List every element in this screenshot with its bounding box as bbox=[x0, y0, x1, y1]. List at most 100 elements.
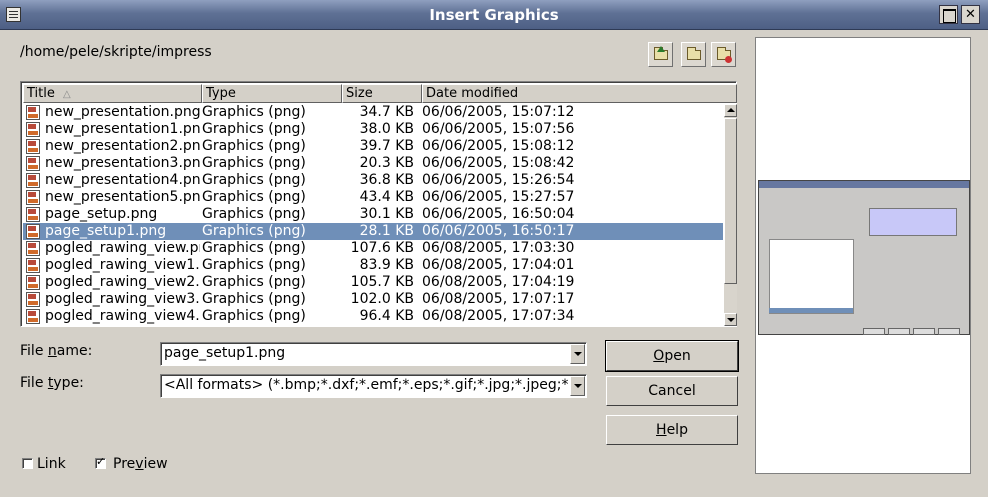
column-header-date[interactable]: Date modified bbox=[422, 84, 737, 103]
file-date: 06/08/2005, 17:07:34 bbox=[422, 308, 575, 324]
file-type: Graphics (png) bbox=[202, 121, 306, 137]
maximize-button[interactable] bbox=[939, 5, 958, 24]
file-size: 28.1 KB bbox=[359, 223, 414, 239]
thumbnail-titlebar bbox=[759, 181, 969, 188]
file-name-combo[interactable]: page_setup1.png bbox=[160, 342, 587, 366]
thumbnail-buttons bbox=[863, 323, 965, 335]
file-title: pogled_rawing_view.png bbox=[45, 240, 200, 256]
file-type-combo[interactable]: <All formats> (*.bmp;*.dxf;*.emf;*.eps;*… bbox=[160, 374, 587, 398]
table-row[interactable]: pogled_rawing_view3.pngGraphics (png) 102… bbox=[23, 291, 723, 308]
close-button[interactable]: ✕ bbox=[961, 5, 980, 24]
file-type: Graphics (png) bbox=[202, 172, 306, 188]
file-title: new_presentation3.png bbox=[45, 155, 200, 171]
file-type-value[interactable]: <All formats> (*.bmp;*.dxf;*.emf;*.eps;*… bbox=[164, 375, 569, 396]
table-row[interactable]: new_presentation4.png Graphics (png) 36.8 … bbox=[23, 172, 723, 189]
file-title: new_presentation5.png bbox=[45, 189, 200, 205]
window-title: Insert Graphics bbox=[429, 6, 559, 24]
folder-up-button[interactable] bbox=[648, 42, 673, 67]
file-type: Graphics (png) bbox=[202, 138, 306, 154]
table-row[interactable]: new_presentation3.png Graphics (png) 20.3 … bbox=[23, 155, 723, 172]
file-size: 43.4 KB bbox=[359, 189, 414, 205]
file-type: Graphics (png) bbox=[202, 223, 306, 239]
file-type: Graphics (png) bbox=[202, 274, 306, 290]
file-size: 83.9 KB bbox=[359, 257, 414, 273]
open-button[interactable]: Open bbox=[605, 340, 739, 372]
new-folder-icon bbox=[687, 47, 701, 60]
file-type-label: File type: bbox=[20, 375, 84, 391]
link-checkbox[interactable] bbox=[22, 458, 33, 469]
file-size: 36.8 KB bbox=[359, 172, 414, 188]
file-date: 06/06/2005, 16:50:04 bbox=[422, 206, 575, 222]
file-list-header: Title △ Type Size Date modified bbox=[23, 84, 737, 103]
file-list[interactable]: Title △ Type Size Date modified new_pres… bbox=[20, 81, 737, 327]
file-date: 06/06/2005, 15:08:12 bbox=[422, 138, 575, 154]
scroll-up-icon[interactable] bbox=[724, 104, 737, 117]
table-row[interactable]: new_presentation.png Graphics (png) 34.7 K… bbox=[23, 104, 723, 121]
scroll-thumb[interactable] bbox=[724, 118, 737, 284]
file-type: Graphics (png) bbox=[202, 240, 306, 256]
current-path: /home/pele/skripte/impress bbox=[20, 44, 212, 60]
file-size: 20.3 KB bbox=[359, 155, 414, 171]
vertical-scrollbar[interactable] bbox=[724, 104, 737, 326]
file-date: 06/08/2005, 17:04:01 bbox=[422, 257, 575, 273]
file-title: new_presentation2.png bbox=[45, 138, 200, 154]
file-title: new_presentation4.png bbox=[45, 172, 200, 188]
table-row[interactable]: page_setup1.png Graphics (png) 28.1 KB 06/0… bbox=[23, 223, 723, 240]
column-header-size[interactable]: Size bbox=[342, 84, 422, 103]
table-row[interactable]: pogled_rawing_view.png Graphics (png) 107.… bbox=[23, 240, 723, 257]
preview-thumbnail bbox=[758, 180, 970, 335]
file-size: 34.7 KB bbox=[359, 104, 414, 120]
file-type: Graphics (png) bbox=[202, 308, 306, 324]
file-type: Graphics (png) bbox=[202, 104, 306, 120]
help-button[interactable]: Help bbox=[606, 415, 738, 445]
file-type: Graphics (png) bbox=[202, 257, 306, 273]
file-size: 107.6 KB bbox=[350, 240, 414, 256]
file-name-label: File name: bbox=[20, 343, 93, 359]
thumbnail-selected-row bbox=[769, 308, 853, 313]
thumbnail-list bbox=[769, 239, 854, 314]
file-title: pogled_rawing_view4.png bbox=[45, 308, 200, 324]
title-bar[interactable]: Insert Graphics ✕ bbox=[0, 0, 988, 30]
file-date: 06/06/2005, 16:50:17 bbox=[422, 223, 575, 239]
file-title: new_presentation1.png bbox=[45, 121, 200, 137]
table-row[interactable]: new_presentation5.png Graphics (png) 43.4 … bbox=[23, 189, 723, 206]
file-type: Graphics (png) bbox=[202, 206, 306, 222]
column-header-type[interactable]: Type bbox=[202, 84, 342, 103]
file-type-dropdown-icon[interactable] bbox=[570, 376, 585, 396]
file-size: 105.7 KB bbox=[350, 274, 414, 290]
thumbnail-preview-box bbox=[869, 208, 957, 236]
file-size: 96.4 KB bbox=[359, 308, 414, 324]
file-size: 102.0 KB bbox=[350, 291, 414, 307]
file-type: Graphics (png) bbox=[202, 155, 306, 171]
table-row[interactable]: page_setup.png Graphics (png) 30.1 KB 06/06… bbox=[23, 206, 723, 223]
cancel-button[interactable]: Cancel bbox=[606, 376, 738, 406]
table-row[interactable]: new_presentation1.png Graphics (png) 38.0 … bbox=[23, 121, 723, 138]
table-row[interactable]: pogled_rawing_view1.pngGraphics (png) 83.… bbox=[23, 257, 723, 274]
table-row[interactable]: new_presentation2.png Graphics (png) 39.7 … bbox=[23, 138, 723, 155]
file-date: 06/06/2005, 15:08:42 bbox=[422, 155, 575, 171]
file-type: Graphics (png) bbox=[202, 189, 306, 205]
file-date: 06/08/2005, 17:03:30 bbox=[422, 240, 575, 256]
file-date: 06/06/2005, 15:07:56 bbox=[422, 121, 575, 137]
file-date: 06/08/2005, 17:04:19 bbox=[422, 274, 575, 290]
column-header-title[interactable]: Title △ bbox=[23, 84, 202, 103]
preview-checkbox[interactable] bbox=[95, 455, 106, 469]
link-label[interactable]: Link bbox=[37, 456, 66, 472]
file-title: pogled_rawing_view2.png bbox=[45, 274, 200, 290]
file-date: 06/08/2005, 17:07:17 bbox=[422, 291, 575, 307]
file-date: 06/06/2005, 15:07:12 bbox=[422, 104, 575, 120]
file-rows: new_presentation.png Graphics (png) 34.7 K… bbox=[23, 104, 723, 326]
default-marker-icon bbox=[725, 56, 732, 63]
table-row[interactable]: pogled_rawing_view4.pngGraphics (png) 96.… bbox=[23, 308, 723, 325]
default-directory-button[interactable] bbox=[711, 42, 736, 67]
file-name-dropdown-icon[interactable] bbox=[570, 344, 585, 364]
new-folder-button[interactable] bbox=[681, 42, 706, 67]
preview-label[interactable]: Preview bbox=[113, 456, 168, 472]
file-name-value[interactable]: page_setup1.png bbox=[164, 343, 569, 364]
file-date: 06/06/2005, 15:26:54 bbox=[422, 172, 575, 188]
sort-ascending-icon: △ bbox=[63, 89, 71, 100]
table-row[interactable]: pogled_rawing_view2.pngGraphics (png) 105… bbox=[23, 274, 723, 291]
file-type: Graphics (png) bbox=[202, 291, 306, 307]
scroll-down-icon[interactable] bbox=[724, 313, 737, 326]
file-title: page_setup.png bbox=[45, 206, 158, 222]
